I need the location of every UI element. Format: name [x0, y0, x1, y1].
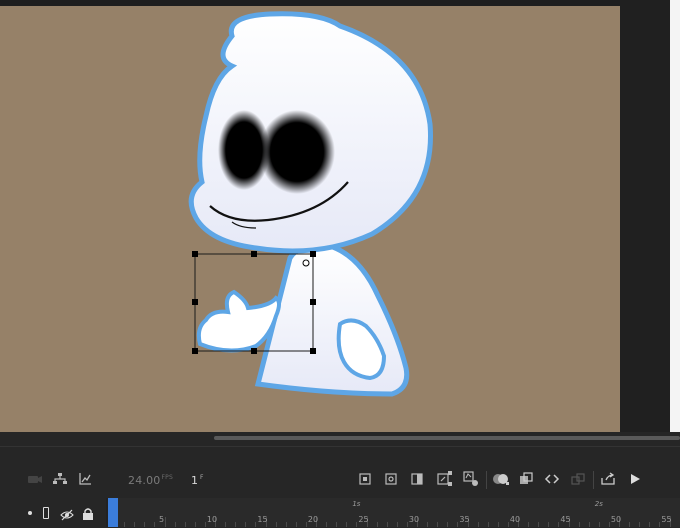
ghost-body	[258, 245, 407, 394]
ruler-tick	[286, 522, 287, 527]
ruler-tick	[225, 522, 226, 527]
ruler-tick	[205, 522, 206, 527]
graph-icon[interactable]	[76, 470, 94, 488]
ruler-tick	[538, 522, 539, 527]
ruler-tick	[649, 522, 650, 527]
hide-eye-icon[interactable]	[60, 506, 74, 525]
export-icon[interactable]	[599, 470, 617, 488]
ruler-frame-label: 30	[409, 515, 419, 524]
motion-tween-icon[interactable]	[436, 470, 454, 488]
toolbar-separator	[593, 471, 594, 489]
pasteboard	[620, 0, 670, 432]
ruler-tick	[639, 522, 640, 527]
ruler-tick	[609, 522, 610, 527]
ghost-right-eye	[259, 110, 335, 194]
layer-parenting-icon[interactable]	[51, 470, 69, 488]
fps-value: 24.00	[128, 474, 161, 487]
ruler-tick	[589, 522, 590, 527]
ruler-frame-label: 55	[661, 515, 671, 524]
toolbar-separator	[486, 471, 487, 489]
timeline-ruler[interactable]: 5 10 15 20 25 30 35 40 45 50 55 1s 2s	[118, 498, 680, 527]
ruler-tick	[447, 522, 448, 527]
ruler-frame-label: 40	[510, 515, 520, 524]
ruler-tick	[427, 522, 428, 527]
ruler-tick	[437, 522, 438, 527]
ruler-tick	[528, 522, 529, 527]
ruler-tick	[548, 522, 549, 527]
lock-icon[interactable]	[82, 505, 94, 524]
animate-app-window: 24.00FPS 1F	[0, 0, 680, 527]
ruler-tick	[579, 522, 580, 527]
ruler-tick	[407, 522, 408, 527]
insert-keyframe-icon[interactable]	[356, 470, 374, 488]
ruler-frame-label: 35	[459, 515, 469, 524]
onion-skin-icon[interactable]	[492, 470, 510, 488]
ruler-tick	[498, 522, 499, 527]
keyframe-navigation-icon[interactable]	[543, 470, 561, 488]
ruler-tick	[488, 522, 489, 527]
ruler-tick	[326, 522, 327, 527]
fps-display[interactable]: 24.00FPS	[128, 474, 173, 487]
camera-icon[interactable]	[26, 470, 44, 488]
ruler-frame-label: 10	[207, 515, 217, 524]
ruler-frame-label: 45	[560, 515, 570, 524]
play-icon[interactable]	[626, 470, 644, 488]
ruler-tick	[185, 522, 186, 527]
ruler-seconds-label: 2s	[595, 500, 603, 508]
ruler-tick	[255, 522, 256, 527]
ruler-tick	[346, 522, 347, 527]
ruler-tick	[558, 522, 559, 527]
link-frames-icon[interactable]	[569, 470, 587, 488]
ruler-tick	[175, 522, 176, 527]
properties-panel-edge	[670, 0, 680, 432]
fps-unit: FPS	[162, 474, 173, 481]
ruler-tick	[195, 522, 196, 527]
ruler-tick	[508, 522, 509, 527]
ruler-tick	[235, 522, 236, 527]
ruler-tick	[599, 522, 600, 527]
ruler-tick	[134, 522, 135, 527]
ruler-tick	[306, 522, 307, 527]
ruler-frame-label: 5	[159, 515, 164, 524]
ruler-tick	[387, 522, 388, 527]
ruler-tick	[478, 522, 479, 527]
ruler-tick	[356, 522, 357, 527]
frame-unit: F	[200, 474, 203, 481]
ruler-tick	[629, 522, 630, 527]
shape-tween-icon[interactable]	[462, 470, 480, 488]
current-frame-display[interactable]: 1F	[191, 474, 203, 487]
bullet-icon[interactable]	[28, 511, 32, 515]
layer-controls	[0, 498, 106, 527]
ruler-frame-label: 50	[611, 515, 621, 524]
ruler-frame-label: 25	[358, 515, 368, 524]
ruler-tick	[124, 522, 125, 527]
layer-outline-icon[interactable]	[43, 507, 49, 519]
edit-multiple-frames-icon[interactable]	[517, 470, 535, 488]
stage-area	[0, 0, 680, 432]
ruler-frame-label: 20	[308, 515, 318, 524]
ruler-tick	[165, 517, 166, 527]
frame-value: 1	[191, 474, 198, 487]
ruler-seconds-label: 1s	[352, 500, 360, 508]
ruler-tick	[457, 522, 458, 527]
ruler-tick	[377, 522, 378, 527]
ruler-tick	[659, 522, 660, 527]
insert-blank-keyframe-icon[interactable]	[382, 470, 400, 488]
layer-row: 5 10 15 20 25 30 35 40 45 50 55 1s 2s	[0, 498, 680, 527]
horizontal-scrollbar-thumb[interactable]	[214, 436, 680, 440]
ruler-tick	[245, 522, 246, 527]
ruler-tick	[154, 522, 155, 527]
ruler-tick	[336, 522, 337, 527]
ruler-tick	[397, 522, 398, 527]
ruler-frame-label: 15	[257, 515, 267, 524]
stage-canvas[interactable]	[0, 6, 620, 432]
ghost-character[interactable]	[0, 6, 620, 432]
ruler-tick	[144, 522, 145, 527]
ruler-tick	[296, 522, 297, 527]
timeline-toolbar: 24.00FPS 1F	[0, 462, 680, 496]
insert-frame-icon[interactable]	[408, 470, 426, 488]
ruler-tick	[276, 522, 277, 527]
playhead[interactable]	[108, 498, 118, 527]
